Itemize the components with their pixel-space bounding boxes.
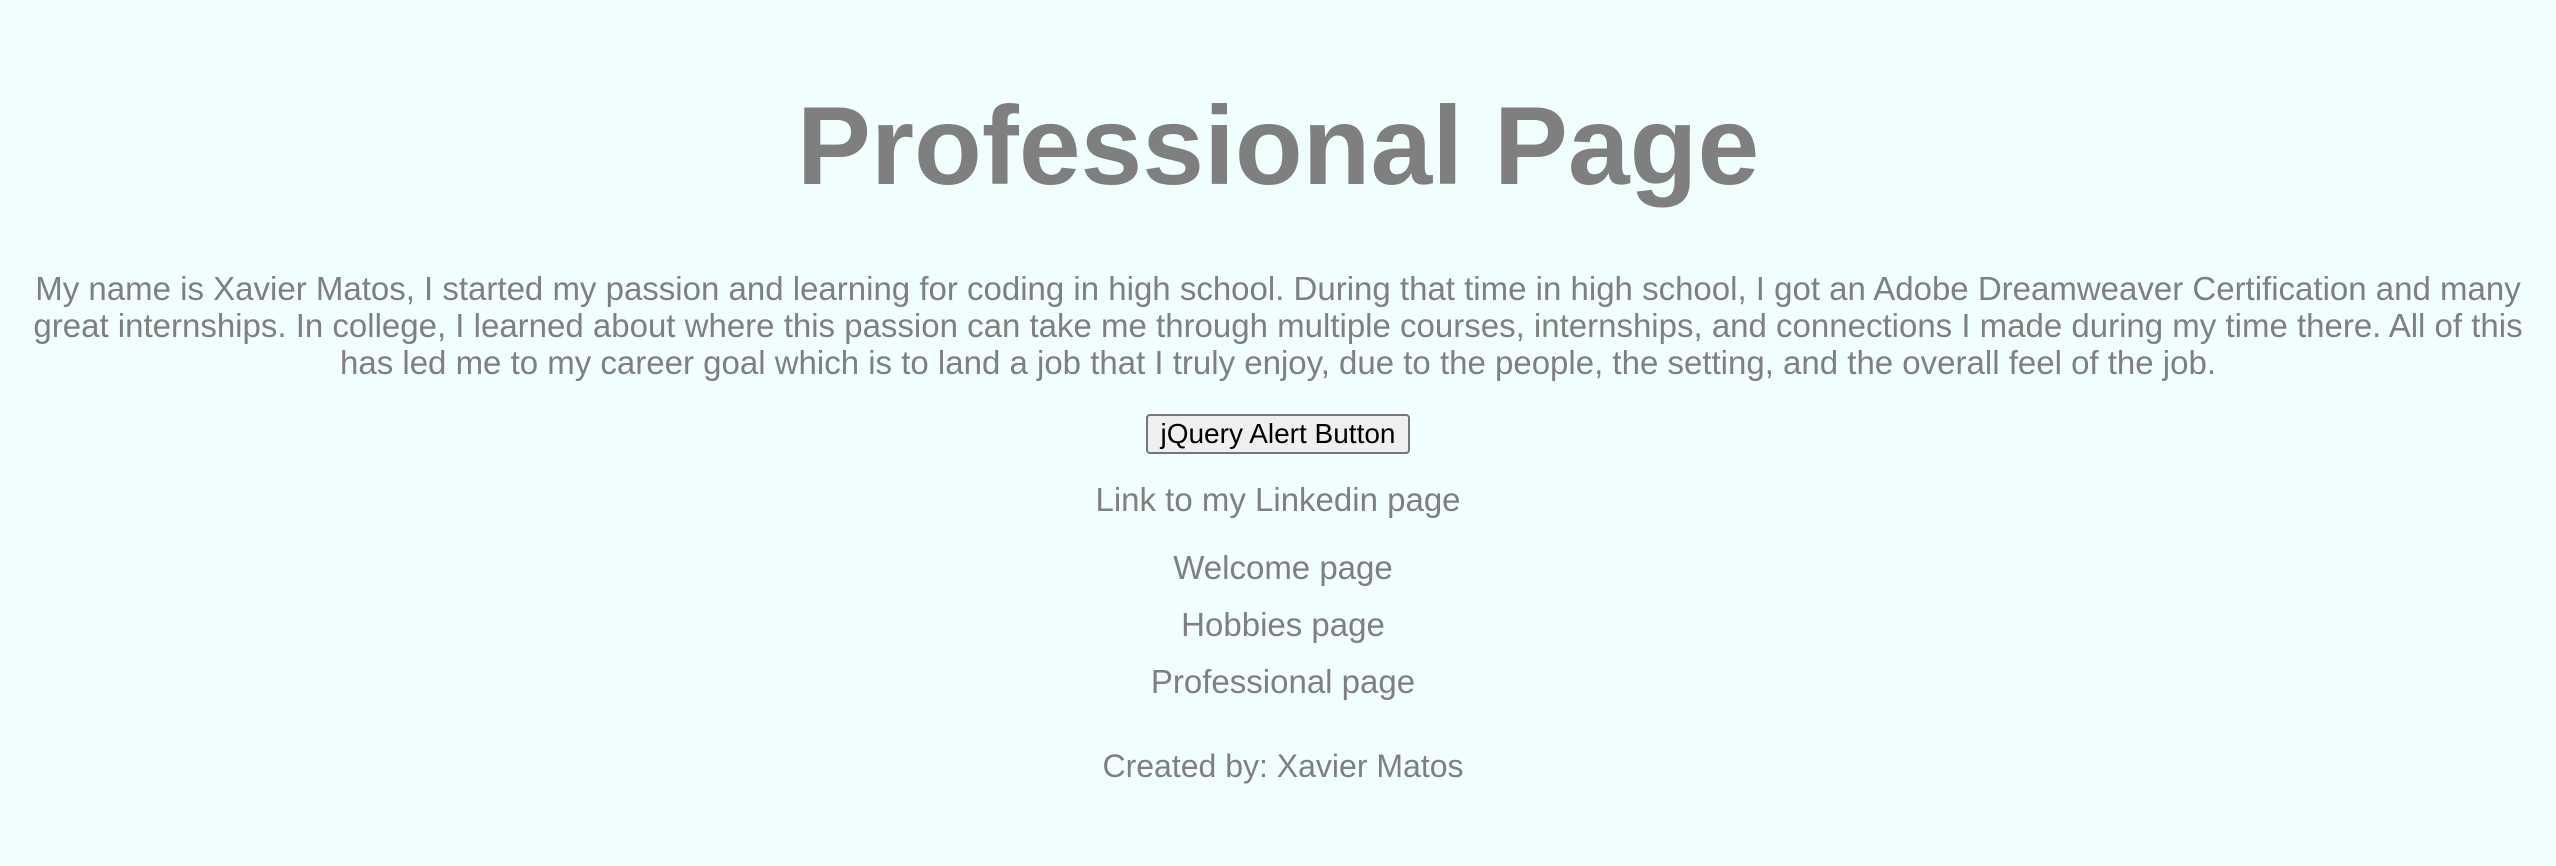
nav-link-hobbies[interactable]: Hobbies page xyxy=(1181,606,1385,663)
nav-link-welcome[interactable]: Welcome page xyxy=(1173,549,1393,606)
nav-link-professional[interactable]: Professional page xyxy=(1151,663,1415,720)
jquery-alert-button[interactable]: jQuery Alert Button xyxy=(1146,414,1410,454)
page-nav: Welcome page Hobbies page Professional p… xyxy=(0,549,2556,720)
button-container: jQuery Alert Button xyxy=(0,414,2556,454)
linkedin-link[interactable]: Link to my Linkedin page xyxy=(1095,481,1460,519)
page-title: Professional Page xyxy=(796,84,1760,208)
footer-credit: Created by: Xavier Matos xyxy=(1102,748,1464,784)
intro-paragraph: My name is Xavier Matos, I started my pa… xyxy=(33,270,2523,381)
